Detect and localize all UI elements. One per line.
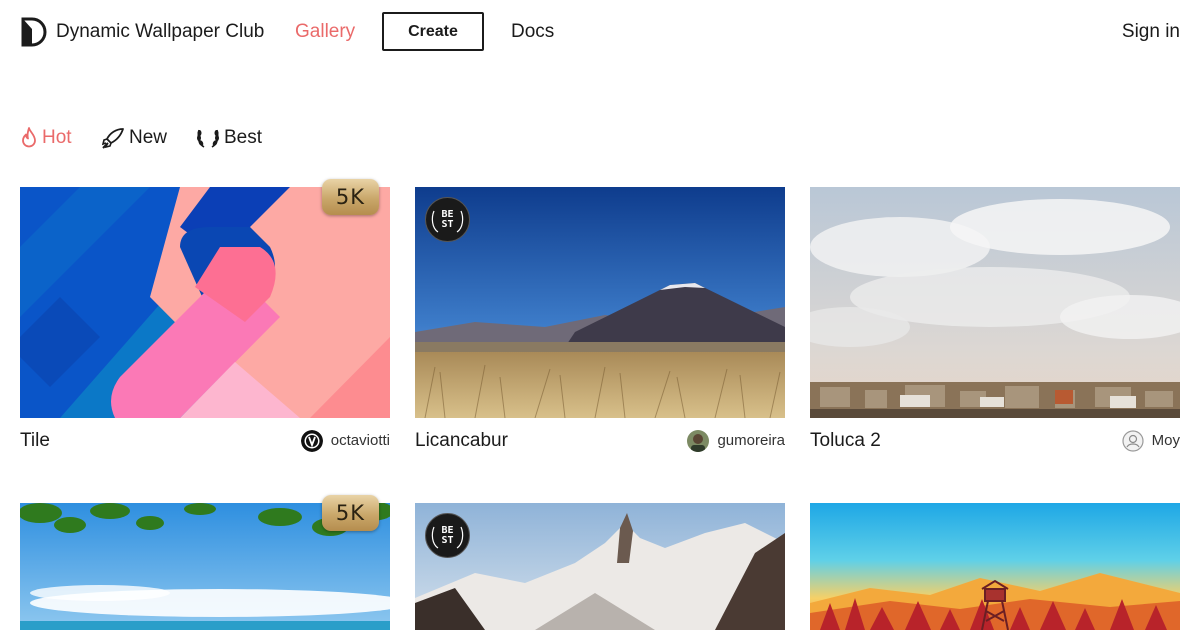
best-badge: BE ST	[425, 513, 470, 558]
wallpaper-author[interactable]: Moy	[1122, 430, 1180, 452]
nav-docs-link[interactable]: Docs	[511, 20, 554, 44]
author-name: gumoreira	[717, 432, 785, 449]
5k-badge: 5K	[322, 495, 379, 531]
laurel-icon	[196, 127, 220, 149]
logo-icon[interactable]	[20, 16, 48, 48]
wallpaper-thumbnail[interactable]	[415, 503, 785, 630]
filter-tab-best[interactable]: Best	[196, 126, 262, 150]
5k-badge: 5K	[322, 179, 379, 215]
wallpaper-title[interactable]: Toluca 2	[810, 429, 881, 453]
author-avatar	[300, 430, 323, 452]
user-avatar-icon	[1122, 430, 1144, 452]
wallpaper-title[interactable]: Licancabur	[415, 429, 508, 453]
wallpaper-thumbnail[interactable]	[810, 503, 1180, 630]
nav-gallery-link[interactable]: Gallery	[295, 20, 355, 44]
filter-label: Best	[224, 127, 263, 148]
brand-name[interactable]: Dynamic Wallpaper Club	[56, 20, 264, 44]
filter-label: Hot	[42, 127, 72, 148]
rocket-icon	[101, 127, 125, 149]
author-avatar	[687, 430, 710, 452]
filter-tab-new[interactable]: New	[101, 126, 167, 150]
filter-tab-hot[interactable]: Hot	[20, 126, 72, 150]
author-name: octaviotti	[330, 432, 390, 449]
wallpaper-thumbnail[interactable]	[415, 187, 785, 418]
filter-label: New	[129, 127, 168, 148]
author-name: Moy	[1151, 432, 1180, 449]
wallpaper-thumbnail[interactable]	[20, 187, 390, 418]
wallpaper-author[interactable]: gumoreira	[687, 430, 785, 452]
wallpaper-title[interactable]: Tile	[20, 429, 50, 453]
sign-in-link[interactable]: Sign in	[1122, 20, 1180, 44]
wallpaper-author[interactable]: octaviotti	[300, 430, 390, 452]
flame-icon	[20, 127, 38, 149]
best-badge: BE ST	[425, 197, 470, 242]
create-button[interactable]: Create	[382, 12, 484, 51]
site-header: Dynamic Wallpaper Club Gallery Create Do…	[0, 0, 1200, 64]
wallpaper-thumbnail[interactable]	[810, 187, 1180, 418]
